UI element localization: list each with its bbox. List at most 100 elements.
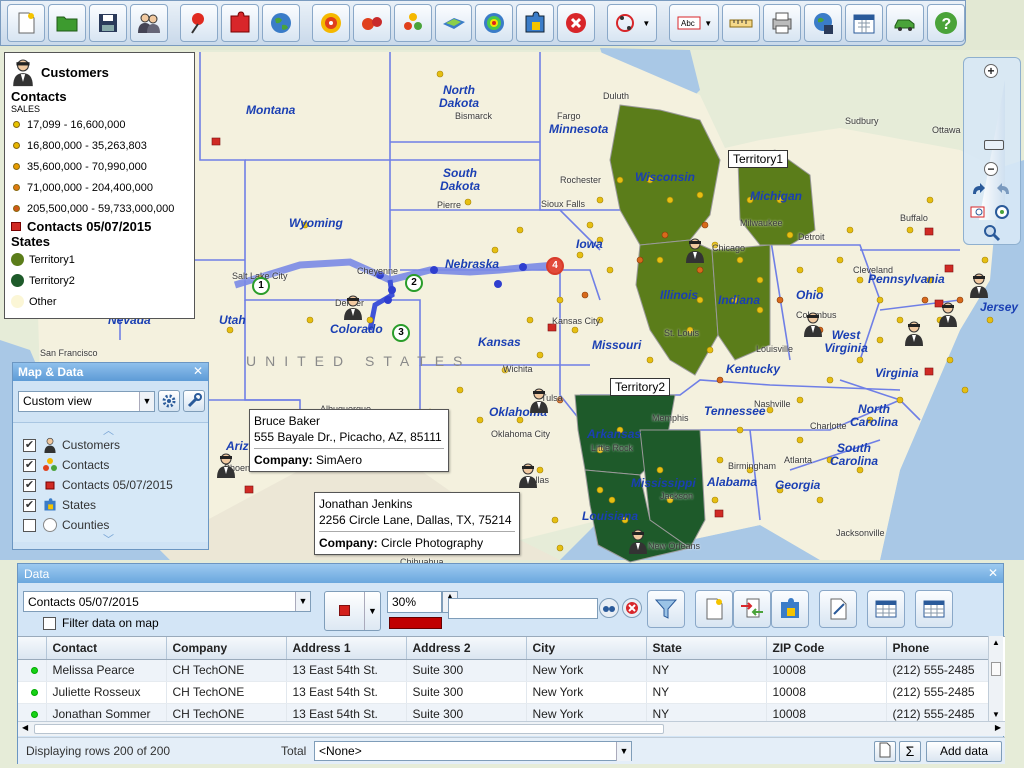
magnifier-icon[interactable] xyxy=(983,224,1001,242)
new-map-button[interactable] xyxy=(7,4,45,42)
color-swatch[interactable] xyxy=(389,617,442,629)
view-tools-button[interactable] xyxy=(183,390,205,412)
marker-style-button[interactable]: ▼ xyxy=(324,591,381,631)
layer-contacts-date[interactable]: ✔ Contacts 05/07/2015 xyxy=(13,475,208,495)
customer-marker-icon[interactable] xyxy=(968,272,990,298)
scrollbar-thumb[interactable] xyxy=(991,662,1001,676)
territory-tool-button[interactable] xyxy=(771,590,809,628)
column-header[interactable]: Phone xyxy=(886,637,997,660)
view-select[interactable]: Custom view ▼ xyxy=(18,390,155,412)
clear-button[interactable] xyxy=(557,4,596,42)
column-header[interactable]: Contact xyxy=(46,637,167,660)
table-row[interactable]: Juliette Rosseux CH TechONE 13 East 54th… xyxy=(18,681,997,704)
rotate-left-icon[interactable] xyxy=(970,182,988,198)
total-select[interactable]: <None> ▼ xyxy=(314,741,632,761)
save-button[interactable] xyxy=(88,4,127,42)
scroll-down-icon[interactable]: ▼ xyxy=(992,710,1000,719)
help-button[interactable]: ? xyxy=(926,4,965,42)
zoom-slider-thumb[interactable] xyxy=(984,140,1004,150)
customer-marker-icon[interactable] xyxy=(215,452,237,478)
measure-button[interactable] xyxy=(722,4,761,42)
search-link-button[interactable] xyxy=(599,598,619,618)
customer-marker-icon[interactable] xyxy=(903,320,925,346)
column-header[interactable]: Address 1 xyxy=(286,637,407,660)
globe-button[interactable] xyxy=(261,4,300,42)
layer-checkbox[interactable]: ✔ xyxy=(23,458,36,472)
table-export-button[interactable] xyxy=(915,590,953,628)
bubble-button[interactable] xyxy=(352,4,391,42)
route-stop-4[interactable]: 4 xyxy=(546,257,564,275)
print-button[interactable] xyxy=(763,4,802,42)
layer-checkbox[interactable]: ✔ xyxy=(23,498,36,512)
route-button[interactable]: ▼ xyxy=(607,4,658,42)
customer-marker-icon[interactable] xyxy=(937,301,959,327)
layer-contacts[interactable]: ✔ Contacts xyxy=(13,455,208,475)
horizontal-scrollbar[interactable]: ◀ ▶ xyxy=(18,721,1005,736)
add-data-button[interactable]: Add data xyxy=(926,741,1002,762)
sum-button[interactable]: Σ xyxy=(899,741,921,762)
callout-jonathan-jenkins[interactable]: Jonathan Jenkins 2256 Circle Lane, Dalla… xyxy=(314,492,520,555)
drive-button[interactable] xyxy=(886,4,924,42)
heatmap-button[interactable] xyxy=(475,4,514,42)
route-stop-2[interactable]: 2 xyxy=(405,274,423,292)
column-header[interactable] xyxy=(18,637,47,660)
customer-marker-icon[interactable] xyxy=(802,311,824,337)
new-record-button[interactable] xyxy=(695,590,733,628)
layer-checkbox[interactable]: ✔ xyxy=(23,478,36,492)
column-header[interactable]: Address 2 xyxy=(406,637,527,660)
edit-record-button[interactable] xyxy=(819,590,857,628)
scroll-left-icon[interactable]: ◀ xyxy=(22,723,28,732)
column-header[interactable]: ZIP Code xyxy=(766,637,887,660)
route-stop-1[interactable]: 1 xyxy=(252,277,270,295)
zoom-rectangle-icon[interactable] xyxy=(970,204,988,220)
layer-button[interactable] xyxy=(434,4,473,42)
export-button[interactable] xyxy=(804,4,843,42)
filter-button[interactable] xyxy=(647,590,685,628)
filter-checkbox[interactable] xyxy=(43,616,56,630)
search-clear-button[interactable] xyxy=(622,598,642,618)
radius-button[interactable] xyxy=(311,4,350,42)
vertical-scrollbar[interactable]: ▲ ▼ xyxy=(988,636,1003,721)
zoom-in-button[interactable]: + xyxy=(984,64,998,78)
scroll-up-icon[interactable]: ▲ xyxy=(992,638,1000,647)
column-header[interactable]: State xyxy=(646,637,767,660)
report-button[interactable] xyxy=(874,741,896,762)
calendar-button[interactable] xyxy=(845,4,884,42)
scroll-up-icon[interactable]: ︿ xyxy=(103,422,114,438)
dataset-select[interactable]: Contacts 05/07/2015 ▼ xyxy=(23,591,311,612)
layer-states[interactable]: ✔ States xyxy=(13,495,208,515)
scroll-down-icon[interactable]: ﹀ xyxy=(103,531,114,547)
rotate-right-icon[interactable] xyxy=(994,182,1012,198)
route-stop-3[interactable]: 3 xyxy=(392,324,410,342)
column-header[interactable]: City xyxy=(526,637,647,660)
search-input[interactable] xyxy=(448,598,598,619)
zoom-slider-track[interactable] xyxy=(979,80,1005,220)
territory-button[interactable] xyxy=(220,4,259,42)
callout-bruce-baker[interactable]: Bruce Baker 555 Bayale Dr., Picacho, AZ,… xyxy=(249,409,449,472)
add-pin-button[interactable] xyxy=(179,4,218,42)
customer-marker-icon[interactable] xyxy=(684,237,706,263)
table-row[interactable]: Jonathan Sommer CH TechONE 13 East 54th … xyxy=(18,703,997,721)
data-grid[interactable]: Contact Company Address 1 Address 2 City… xyxy=(18,636,1005,721)
customer-marker-icon[interactable] xyxy=(528,387,550,413)
open-button[interactable] xyxy=(47,4,86,42)
scrollbar-thumb[interactable] xyxy=(34,724,664,734)
table-view-button[interactable] xyxy=(867,590,905,628)
table-row[interactable]: Melissa Pearce CH TechONE 13 East 54th S… xyxy=(18,659,997,682)
customer-marker-icon[interactable] xyxy=(517,462,539,488)
scroll-right-icon[interactable]: ▶ xyxy=(995,723,1001,732)
opacity-input[interactable]: 30% xyxy=(387,591,442,613)
layer-checkbox[interactable] xyxy=(23,518,36,532)
pie-button[interactable] xyxy=(393,4,432,42)
layer-checkbox[interactable]: ✔ xyxy=(23,438,36,452)
layer-customers[interactable]: ✔ Customers xyxy=(13,435,208,455)
close-icon[interactable]: ✕ xyxy=(988,566,998,580)
label-button[interactable]: Abc ▼ xyxy=(669,4,720,42)
customer-marker-icon[interactable] xyxy=(342,294,364,320)
users-button[interactable] xyxy=(129,4,168,42)
zoom-out-button[interactable]: − xyxy=(984,162,998,176)
customer-marker-icon[interactable] xyxy=(627,528,649,554)
zoom-extent-icon[interactable] xyxy=(994,204,1012,220)
transfer-button[interactable] xyxy=(733,590,771,628)
territory-blue-button[interactable] xyxy=(516,4,555,42)
